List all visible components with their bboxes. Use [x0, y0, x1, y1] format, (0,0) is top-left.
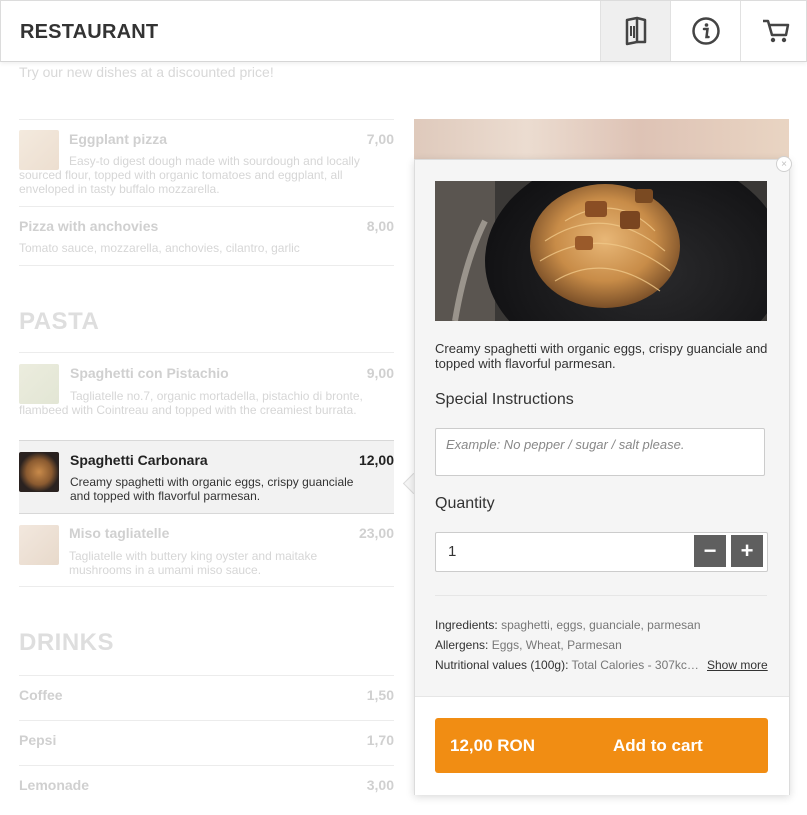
- item-description: Easy-to digest dough made with sourdough…: [19, 154, 360, 196]
- item-price: 12,00: [358, 452, 394, 468]
- brand-title: RESTAURANT: [20, 21, 159, 43]
- item-price: 23,00: [358, 525, 394, 541]
- ingredients-row: Ingredients: spaghetti, eggs, guanciale,…: [435, 618, 701, 632]
- item-name: Miso tagliatelle: [69, 525, 170, 541]
- promo-text: Try our new dishes at a discounted price…: [19, 64, 274, 80]
- item-price: 7,00: [366, 131, 394, 147]
- menu-item-selected[interactable]: Spaghetti Carbonara 12,00 Creamy spaghet…: [19, 440, 394, 514]
- top-bar: RESTAURANT: [0, 0, 807, 62]
- item-thumbnail: [19, 452, 59, 492]
- cart-button[interactable]: [740, 1, 807, 61]
- allergens-label: Allergens:: [435, 638, 489, 652]
- divider: [435, 595, 767, 596]
- dish-photo: [435, 181, 767, 321]
- ingredients-value: spaghetti, eggs, guanciale, parmesan: [501, 618, 701, 632]
- item-price: 8,00: [366, 218, 394, 234]
- item-name: Lemonade: [19, 777, 90, 793]
- item-name: Pizza with anchovies: [19, 218, 159, 234]
- instructions-textarea[interactable]: [436, 429, 764, 475]
- item-price: 9,00: [366, 365, 394, 381]
- menu-item[interactable]: Eggplant pizza 7,00 Easy-to digest dough…: [19, 119, 394, 207]
- menu-item[interactable]: Pizza with anchovies 8,00 Tomato sauce, …: [19, 206, 394, 266]
- item-thumbnail: [19, 525, 59, 565]
- item-description: Creamy spaghetti with organic eggs, cris…: [70, 475, 354, 503]
- nutrition-value: Total Calories - 307kc…: [571, 658, 699, 672]
- cart-price: 12,00 RON: [450, 736, 536, 755]
- menu-button[interactable]: [600, 1, 670, 61]
- menu-item[interactable]: Miso tagliatelle 23,00 Tagliatelle with …: [19, 513, 394, 587]
- item-name: Spaghetti Carbonara: [70, 452, 208, 468]
- quantity-input[interactable]: 1: [448, 543, 456, 560]
- nutrition-row: Nutritional values (100g): Total Calorie…: [435, 658, 699, 672]
- menu-item[interactable]: Lemonade 3,00: [19, 765, 394, 811]
- quantity-stepper: 1 − +: [435, 532, 768, 572]
- menu-item[interactable]: Pepsi 1,70: [19, 720, 394, 766]
- show-more-link[interactable]: Show more: [707, 658, 768, 672]
- add-to-cart-button[interactable]: 12,00 RON Add to cart: [435, 718, 768, 773]
- item-description: Tagliatelle no.7, organic mortadella, pi…: [19, 389, 363, 417]
- item-name: Pepsi: [19, 732, 57, 748]
- popup-footer: 12,00 RON Add to cart: [415, 696, 789, 795]
- item-price: 1,50: [366, 687, 394, 703]
- instructions-label: Special Instructions: [435, 391, 574, 408]
- item-description: Tomato sauce, mozzarella, anchovies, cil…: [19, 241, 300, 255]
- nutrition-label: Nutritional values (100g):: [435, 658, 569, 672]
- item-description: Creamy spaghetti with organic eggs, cris…: [435, 341, 768, 371]
- item-name: Eggplant pizza: [69, 131, 167, 147]
- close-icon[interactable]: ×: [776, 156, 792, 172]
- quantity-label: Quantity: [435, 495, 495, 512]
- item-name: Coffee: [19, 687, 63, 703]
- allergens-row: Allergens: Eggs, Wheat, Parmesan: [435, 638, 622, 652]
- ingredients-label: Ingredients:: [435, 618, 498, 632]
- item-price: 1,70: [366, 732, 394, 748]
- decrease-quantity-button[interactable]: −: [694, 535, 726, 567]
- item-detail-popup: Creamy spaghetti with organic eggs, cris…: [414, 159, 790, 795]
- info-icon: [691, 17, 720, 45]
- menu-item[interactable]: Coffee 1,50: [19, 675, 394, 721]
- category-banner-image: [414, 119, 789, 161]
- instructions-field[interactable]: [435, 428, 765, 476]
- add-to-cart-label: Add to cart: [613, 736, 703, 755]
- item-description: Tagliatelle with buttery king oyster and…: [69, 549, 318, 577]
- item-price: 3,00: [366, 777, 394, 793]
- menu-book-icon: [625, 16, 646, 46]
- cart-icon: [762, 19, 789, 43]
- increase-quantity-button[interactable]: +: [731, 535, 763, 567]
- menu-item[interactable]: Spaghetti con Pistachio 9,00 Tagliatelle…: [19, 352, 394, 441]
- info-button[interactable]: [670, 1, 740, 61]
- section-title-pasta: PASTA: [19, 308, 100, 335]
- item-name: Spaghetti con Pistachio: [70, 365, 229, 381]
- section-title-drinks: DRINKS: [19, 629, 115, 656]
- allergens-value: Eggs, Wheat, Parmesan: [491, 638, 622, 652]
